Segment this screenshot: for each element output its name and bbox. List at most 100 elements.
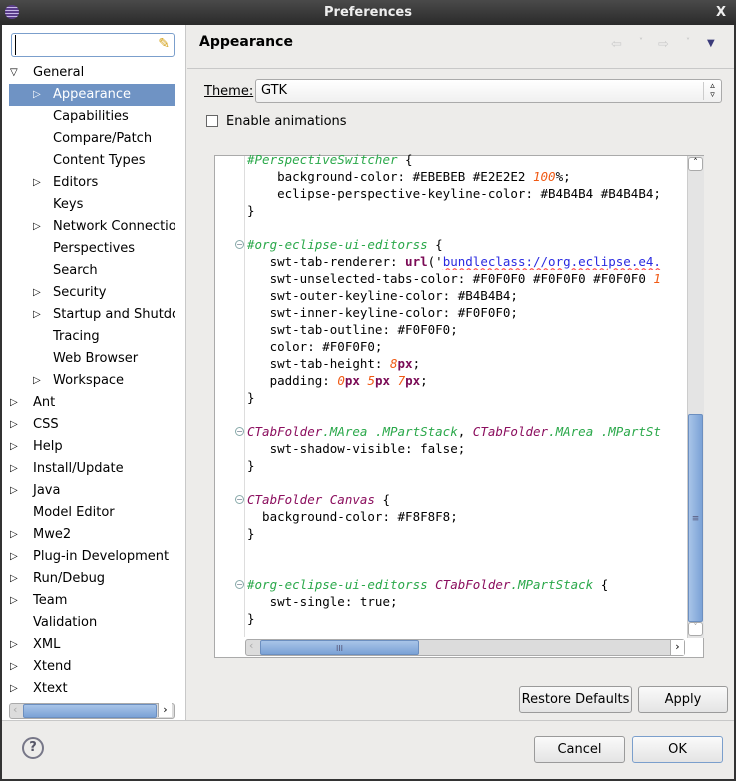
scrollbar-thumb[interactable]: III xyxy=(260,640,419,655)
tree-item[interactable]: Tracing xyxy=(9,326,175,348)
tree-item[interactable]: ▷ Run/Debug xyxy=(2,568,184,590)
back-icon[interactable]: ⇦ xyxy=(611,37,622,52)
tree-item[interactable]: ▷ Startup and Shutdow xyxy=(9,304,175,326)
tree-item[interactable]: ▷ Install/Update xyxy=(2,458,184,480)
code-token: background-color: #F8F8F8; xyxy=(247,509,458,524)
scrollbar-thumb[interactable]: ≡ xyxy=(688,414,703,622)
code-token: px xyxy=(374,373,391,388)
tree-item-label: Mwe2 xyxy=(33,527,72,542)
code-token: } xyxy=(247,458,255,473)
forward-menu-chevron-icon[interactable]: ˅ xyxy=(686,37,690,46)
code-line: background-color: #EBEBEB #E2E2E2 100%; xyxy=(247,168,687,185)
tree-item[interactable]: ▷ Help xyxy=(2,436,184,458)
tree-item[interactable]: ▷ Mwe2 xyxy=(2,524,184,546)
scroll-left-icon[interactable]: ‹ xyxy=(249,639,253,652)
code-line: } xyxy=(247,610,687,627)
tree-item[interactable]: ▷ Network Connection xyxy=(9,216,175,238)
collapsed-twisty-icon[interactable]: ▷ xyxy=(10,524,18,546)
code-token: px xyxy=(344,373,360,388)
tree-item[interactable]: ▷ Team xyxy=(2,590,184,612)
collapsed-twisty-icon[interactable]: ▷ xyxy=(10,590,18,612)
tree-item[interactable]: ▷ Ant xyxy=(2,392,184,414)
code-token: 0 xyxy=(337,373,345,388)
fold-collapse-icon[interactable]: − xyxy=(235,427,244,436)
fold-collapse-icon[interactable]: − xyxy=(235,580,244,589)
fold-collapse-icon[interactable]: − xyxy=(235,495,244,504)
help-icon[interactable]: ? xyxy=(22,737,44,759)
collapsed-twisty-icon[interactable]: ▷ xyxy=(10,392,18,414)
theme-select[interactable]: GTK ▵ ▿ xyxy=(255,79,722,103)
back-menu-chevron-icon[interactable]: ˅ xyxy=(639,37,643,46)
scroll-down-icon[interactable]: ˅ xyxy=(688,622,703,636)
editor-vertical-scrollbar[interactable]: ˄ ≡ ˅ xyxy=(687,156,704,638)
tree-item[interactable]: ▷ Appearance xyxy=(9,84,175,106)
code-line: padding: 0px 5px 7px; xyxy=(247,372,687,389)
tree-item[interactable]: Keys xyxy=(9,194,175,216)
scroll-left-icon[interactable]: ‹ xyxy=(13,703,17,716)
tree-item[interactable]: Validation xyxy=(2,612,184,634)
collapsed-twisty-icon[interactable]: ▷ xyxy=(10,458,18,480)
tree-horizontal-scrollbar[interactable]: ‹ › xyxy=(9,703,175,719)
tree-item[interactable]: Compare/Patch xyxy=(9,128,175,150)
scroll-right-icon[interactable]: › xyxy=(670,640,684,655)
filter-input[interactable]: ✎ xyxy=(11,33,175,57)
scroll-right-icon[interactable]: › xyxy=(158,703,172,717)
collapsed-twisty-icon[interactable]: ▷ xyxy=(10,656,18,678)
tree-item[interactable]: Capabilities xyxy=(9,106,175,128)
restore-defaults-button[interactable]: Restore Defaults xyxy=(519,686,632,713)
code-line: swt-outer-keyline-color: #B4B4B4; xyxy=(247,287,687,304)
tree-item[interactable]: Search xyxy=(9,260,175,282)
collapsed-twisty-icon[interactable]: ▷ xyxy=(33,216,41,238)
tree-item[interactable]: Web Browser xyxy=(9,348,175,370)
tree-item[interactable]: ▷ Workspace xyxy=(9,370,175,392)
tree-item[interactable]: ▽ General xyxy=(2,62,184,84)
cancel-button[interactable]: Cancel xyxy=(534,736,625,763)
tree-item-label: Content Types xyxy=(53,153,146,168)
view-menu-icon[interactable]: ▼ xyxy=(707,38,715,49)
tree-item[interactable]: Model Editor xyxy=(2,502,184,524)
collapsed-twisty-icon[interactable]: ▷ xyxy=(33,304,41,326)
tree-item-label: Editors xyxy=(53,175,99,190)
code-token: CTabFolder xyxy=(472,424,549,439)
tree-item[interactable]: ▷ Security xyxy=(9,282,175,304)
tree-item[interactable]: ▷ Java xyxy=(2,480,184,502)
code-token: bundleclass://org.eclipse.e4. xyxy=(442,254,661,269)
apply-button[interactable]: Apply xyxy=(638,686,728,713)
collapsed-twisty-icon[interactable]: ▷ xyxy=(10,480,18,502)
fold-collapse-icon[interactable]: − xyxy=(235,240,244,249)
collapsed-twisty-icon[interactable]: ▷ xyxy=(10,568,18,590)
enable-animations-checkbox[interactable]: Enable animations xyxy=(206,114,347,129)
collapsed-twisty-icon[interactable]: ▷ xyxy=(33,172,41,194)
checkbox-box[interactable] xyxy=(206,115,218,127)
filter-text[interactable] xyxy=(15,35,155,55)
forward-icon[interactable]: ⇨ xyxy=(658,37,669,52)
tree-item[interactable]: Content Types xyxy=(9,150,175,172)
collapsed-twisty-icon[interactable]: ▷ xyxy=(10,678,18,700)
ok-label: OK xyxy=(668,742,687,757)
scroll-up-icon[interactable]: ˄ xyxy=(688,157,703,171)
expanded-twisty-icon[interactable]: ▽ xyxy=(10,62,18,84)
tree-item[interactable]: ▷ Plug-in Development xyxy=(2,546,184,568)
collapsed-twisty-icon[interactable]: ▷ xyxy=(10,634,18,656)
code-token: { xyxy=(397,152,413,167)
css-editor[interactable]: #PerspectiveSwitcher { background-color:… xyxy=(214,152,704,658)
close-icon[interactable]: X xyxy=(716,0,726,25)
tree-item[interactable]: ▷ CSS xyxy=(2,414,184,436)
collapsed-twisty-icon[interactable]: ▷ xyxy=(10,436,18,458)
editor-horizontal-scrollbar[interactable]: ‹ III › xyxy=(245,639,685,656)
tree-item[interactable]: ▷ Xtend xyxy=(2,656,184,678)
tree-item[interactable]: Perspectives xyxy=(9,238,175,260)
clear-broom-icon[interactable]: ✎ xyxy=(158,36,170,52)
tree-item[interactable]: ▷ Editors xyxy=(9,172,175,194)
scrollbar-thumb[interactable] xyxy=(23,704,157,718)
tree-item[interactable]: ▷ XML xyxy=(2,634,184,656)
theme-label: Theme: xyxy=(204,84,253,99)
collapsed-twisty-icon[interactable]: ▷ xyxy=(33,370,41,392)
collapsed-twisty-icon[interactable]: ▷ xyxy=(33,84,41,106)
collapsed-twisty-icon[interactable]: ▷ xyxy=(33,282,41,304)
tree-item[interactable]: ▷ Xtext xyxy=(2,678,184,700)
collapsed-twisty-icon[interactable]: ▷ xyxy=(10,546,18,568)
ok-button[interactable]: OK xyxy=(632,736,723,763)
collapsed-twisty-icon[interactable]: ▷ xyxy=(10,414,18,436)
